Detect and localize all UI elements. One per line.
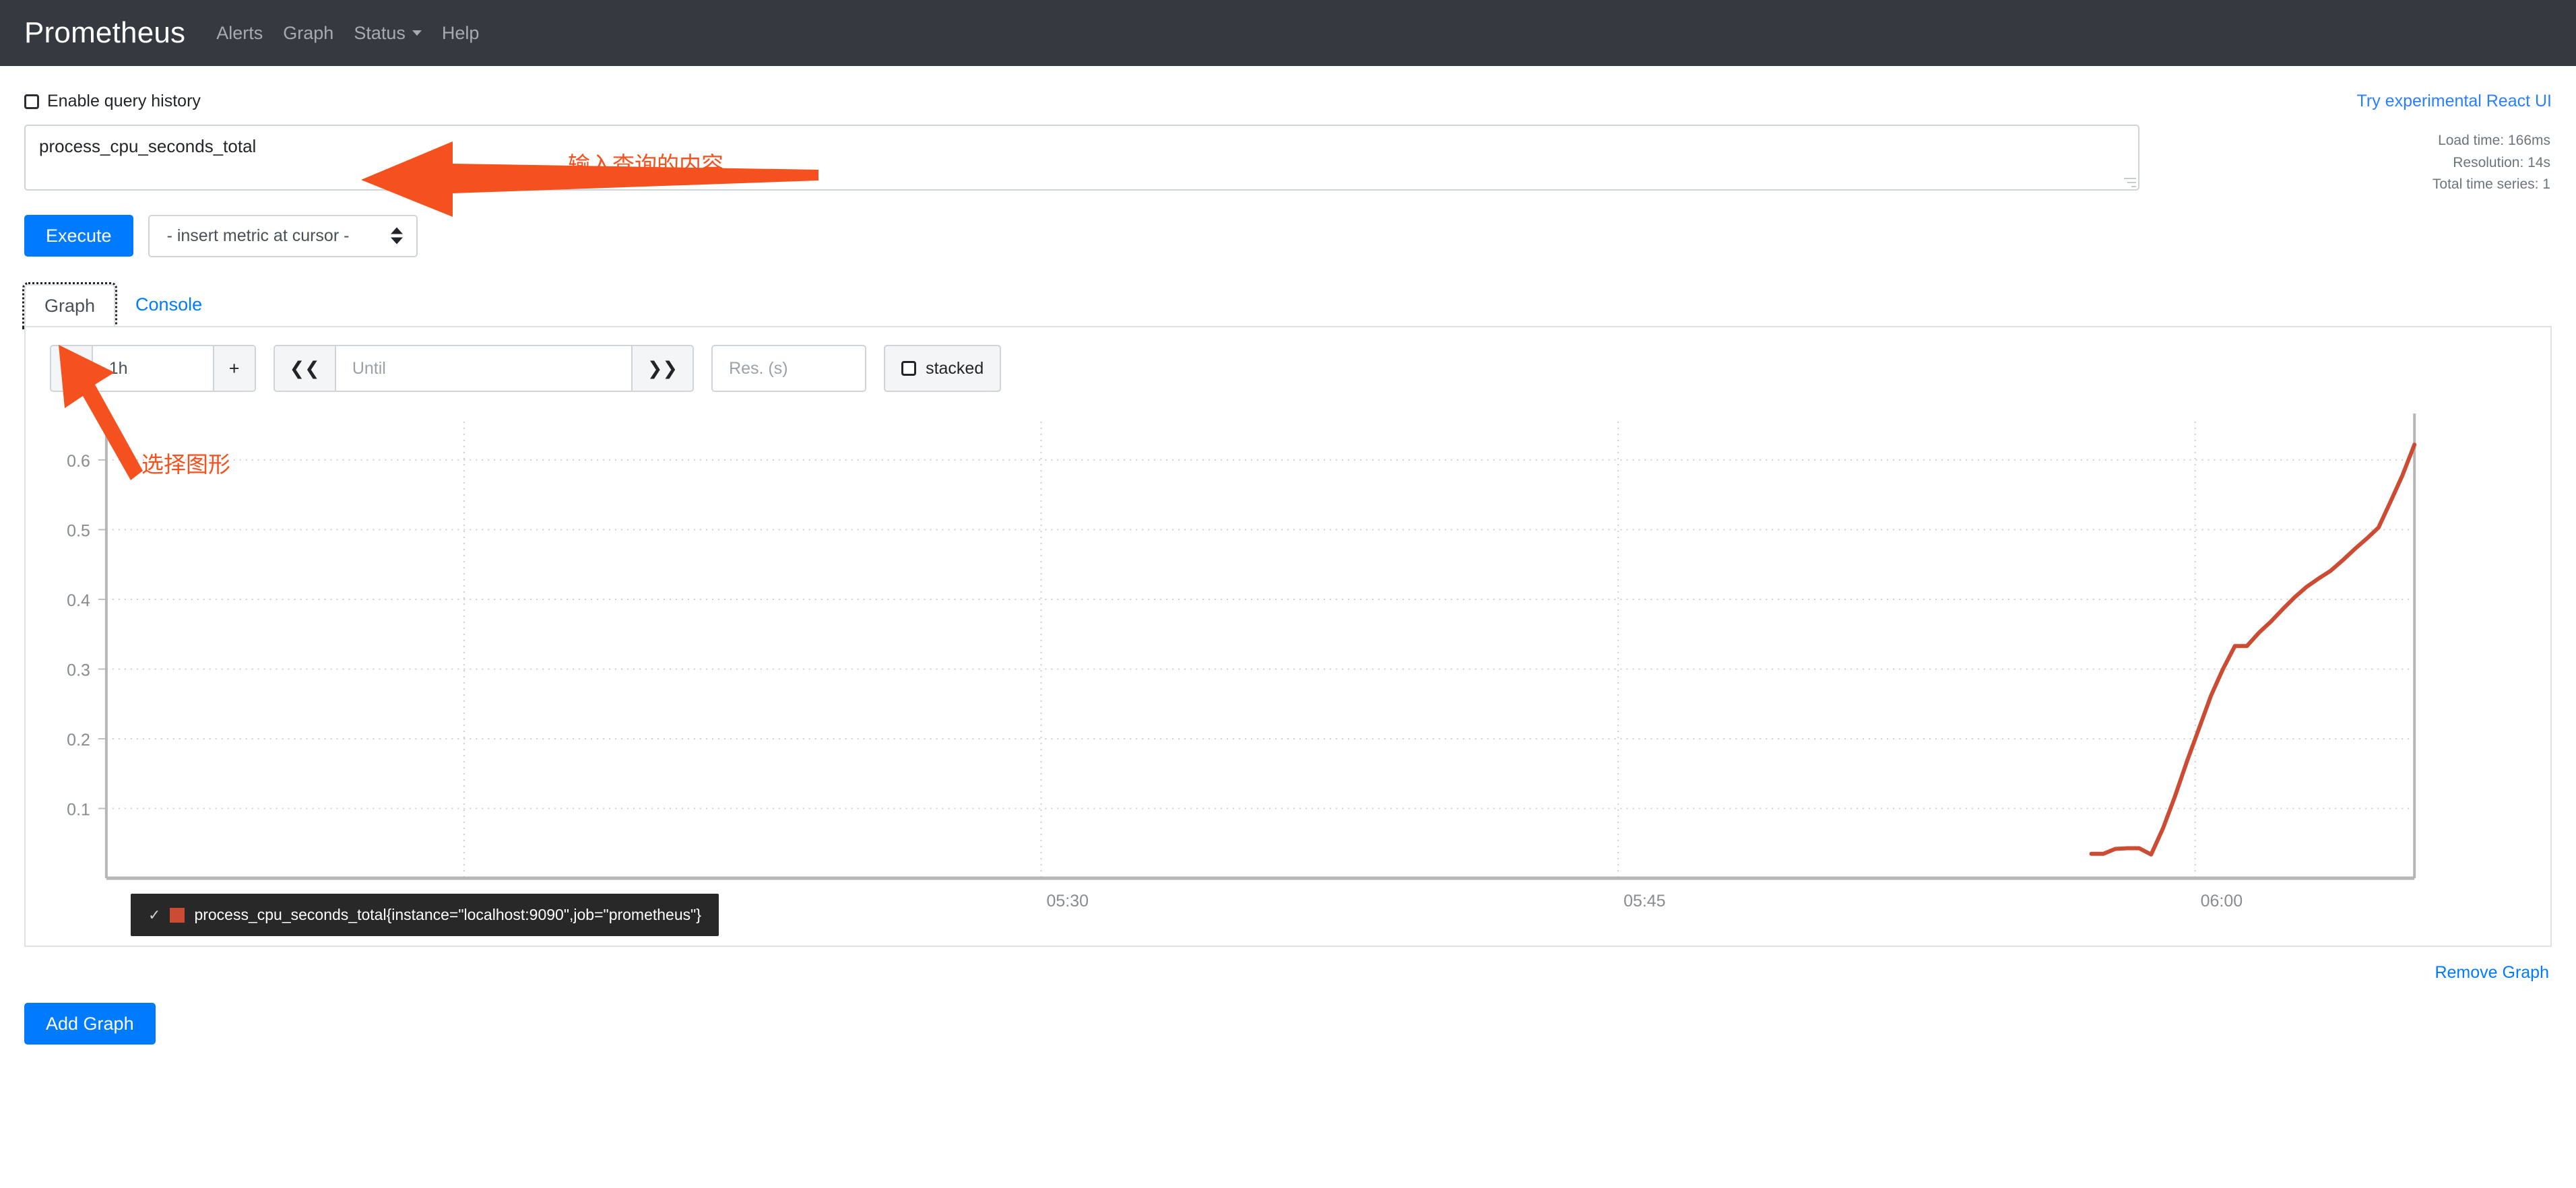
time-control-group: ❮❮ Until ❯❯ [273,345,695,393]
graph-tab-annotation-text: 选择图形 [141,451,230,477]
enable-query-history-toggle[interactable]: Enable query history [24,92,201,111]
resolution-input[interactable]: Res. (s) [711,345,867,393]
enable-query-history-label: Enable query history [47,92,201,110]
end-time-input[interactable]: Until [334,346,631,391]
step-forward-button[interactable]: ❯❯ [631,346,693,391]
query-stats: Load time: 166ms Resolution: 14s Total t… [2433,125,2552,196]
svg-text:0.1: 0.1 [67,801,90,820]
range-increase-button[interactable]: + [212,346,255,391]
tab-bar: Graph Console [22,282,2552,330]
stat-resolution: Resolution: 14s [2453,154,2550,170]
execute-button[interactable]: Execute [24,214,133,257]
insert-metric-select-label: - insert metric at cursor - [166,226,350,245]
legend-color-swatch [170,907,185,923]
remove-graph-row: Remove Graph [24,947,2552,983]
graph-controls: − 1h + ❮❮ Until ❯❯ Res. (s) stacked [26,327,2550,407]
svg-text:0.2: 0.2 [67,731,90,750]
navbar: Prometheus Alerts Graph Status Help [0,0,2576,66]
add-graph-button[interactable]: Add Graph [24,1003,156,1045]
legend-check-icon: ✓ [148,906,161,923]
nav-item-status[interactable]: Status [354,24,422,42]
stat-load-time: Load time: 166ms [2438,133,2550,148]
tab-graph[interactable]: Graph [22,282,118,330]
legend-series-label: process_cpu_seconds_total{instance="loca… [194,906,701,924]
remove-graph-link[interactable]: Remove Graph [2435,963,2549,982]
page-body: Enable query history Try experimental Re… [0,92,2576,1045]
top-row: Enable query history Try experimental Re… [24,92,2552,111]
select-arrows-icon [390,227,403,244]
chevron-down-icon [412,30,422,36]
range-input[interactable]: 1h [91,346,213,391]
nav-item-alerts[interactable]: Alerts [216,24,263,42]
step-backward-button[interactable]: ❮❮ [274,346,335,391]
query-annotation-text: 输入查询的内容 [568,152,723,178]
svg-text:06:00: 06:00 [2201,892,2243,911]
svg-text:0.4: 0.4 [67,591,90,610]
execute-row: Execute - insert metric at cursor - [24,214,2552,257]
svg-text:05:30: 05:30 [1047,892,1089,911]
chart-area: 0.10.20.30.40.50.605:1505:3005:4506:00 ✓… [26,407,2526,946]
add-graph-row: Add Graph [24,983,2552,1045]
stacked-toggle[interactable]: stacked [884,345,1002,393]
svg-text:0.6: 0.6 [67,452,90,471]
brand-prometheus[interactable]: Prometheus [24,18,185,48]
resize-handle-icon[interactable] [2124,175,2136,187]
range-decrease-button[interactable]: − [51,346,92,391]
stat-total-series: Total time series: 1 [2432,176,2550,193]
checkbox-icon[interactable] [24,94,39,109]
chart-legend-item[interactable]: ✓ process_cpu_seconds_total{instance="lo… [131,894,719,937]
tab-console[interactable]: Console [115,283,222,326]
query-input[interactable]: process_cpu_seconds_total [24,125,2139,191]
nav-item-graph[interactable]: Graph [283,24,333,42]
svg-text:05:45: 05:45 [1623,892,1665,911]
graph-panel: − 1h + ❮❮ Until ❯❯ Res. (s) stacked 0.1 0… [24,326,2552,948]
checkbox-icon[interactable] [901,361,917,376]
query-row: process_cpu_seconds_total Load time: 166… [24,125,2552,196]
nav-item-status-label: Status [354,22,406,43]
query-input-text: process_cpu_seconds_total [39,136,257,156]
svg-text:0.5: 0.5 [67,521,90,540]
time-series-chart[interactable]: 0.10.20.30.40.50.605:1505:3005:4506:00 [26,407,2526,946]
stacked-label: stacked [926,358,984,378]
try-react-ui-link[interactable]: Try experimental React UI [2357,92,2552,111]
range-control-group: − 1h + [50,345,256,393]
svg-text:0.3: 0.3 [67,661,90,680]
nav-item-help[interactable]: Help [442,24,480,42]
insert-metric-select[interactable]: - insert metric at cursor - [148,214,418,257]
